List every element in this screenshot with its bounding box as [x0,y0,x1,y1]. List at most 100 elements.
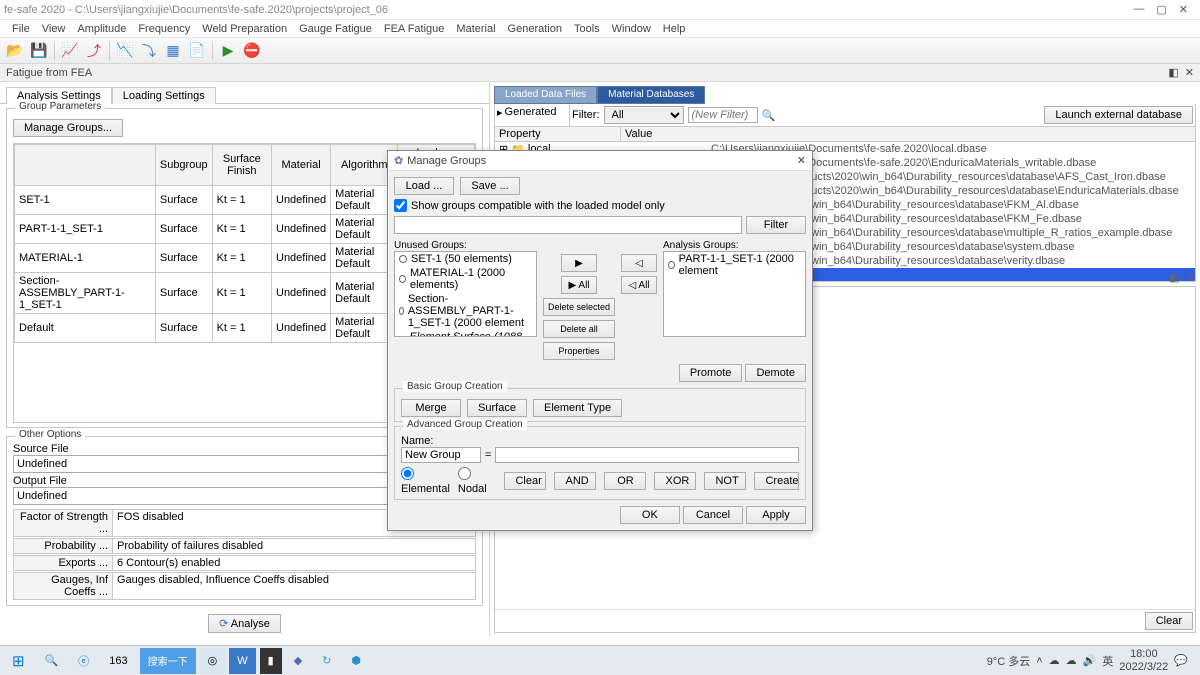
console-close-icon[interactable]: ✕ [1186,271,1195,284]
tab-loading[interactable]: Loading Settings [112,87,216,104]
delete-all-button[interactable]: Delete all [543,320,615,338]
chart4-icon[interactable]: ⤵ [138,40,160,62]
dialog-filter-input[interactable] [394,216,742,234]
minimize-icon[interactable]: — [1133,3,1144,16]
undock-icon[interactable]: ◧ [1168,66,1178,79]
close-icon[interactable]: ✕ [1179,3,1188,16]
xor-button[interactable]: XOR [654,472,696,490]
ime-icon[interactable]: 英 [1102,653,1113,669]
fos-label[interactable]: Factor of Strength ... [13,509,113,537]
menu-window[interactable]: Window [608,23,655,35]
or-button[interactable]: OR [604,472,646,490]
grid-icon[interactable]: ▦ [162,40,184,62]
taskbar-search[interactable]: 163 [101,648,135,674]
output-file-input[interactable] [13,487,443,505]
menu-file[interactable]: File [8,23,34,35]
clock-date[interactable]: 2022/3/22 [1119,661,1168,673]
clear-button[interactable]: Clear [1145,612,1193,630]
menu-weld[interactable]: Weld Preparation [198,23,291,35]
launch-external-db-button[interactable]: Launch external database [1044,106,1193,124]
save-icon[interactable]: 💾 [28,40,50,62]
move-all-right-button[interactable]: ▶ All [561,276,597,294]
filter-input[interactable] [688,107,758,123]
app1-icon[interactable]: ◎ [200,648,226,674]
unused-groups-list[interactable]: SET-1 (50 elements) MATERIAL-1 (2000 ele… [394,251,537,337]
chart1-icon[interactable]: 📈 [59,40,81,62]
surface-button[interactable]: Surface [467,399,527,417]
menu-tools[interactable]: Tools [570,23,604,35]
open-icon[interactable]: 📂 [4,40,26,62]
weather-widget[interactable]: 9°C 多云 [987,653,1031,669]
volume-icon[interactable]: 🔊 [1083,654,1097,667]
tab-material-db[interactable]: Material Databases [597,86,705,104]
search-icon[interactable]: 🔍 [762,109,776,122]
search-button[interactable]: 🔍 [37,648,67,674]
app3-icon[interactable]: ◆ [286,648,310,674]
menu-frequency[interactable]: Frequency [134,23,194,35]
chart3-icon[interactable]: 📉 [114,40,136,62]
page-icon[interactable]: 📄 [186,40,208,62]
cancel-button[interactable]: Cancel [683,506,743,524]
delete-selected-button[interactable]: Delete selected [543,298,615,316]
menu-material[interactable]: Material [452,23,499,35]
gauges-label[interactable]: Gauges, Inf Coeffs ... [13,572,113,600]
start-button[interactable]: ⊞ [4,648,33,674]
not-button[interactable]: NOT [704,472,746,490]
play-icon[interactable]: ▶ [217,40,239,62]
panel-close-icon[interactable]: ✕ [1185,66,1194,79]
and-button[interactable]: AND [554,472,596,490]
stop-icon[interactable]: ⛔ [241,40,263,62]
edge-icon[interactable]: ⓔ [70,648,97,674]
load-button[interactable]: Load ... [394,177,454,195]
properties-button[interactable]: Properties [543,342,615,360]
tab-loaded-data[interactable]: Loaded Data Files [494,86,597,104]
prob-label[interactable]: Probability ... [13,538,113,554]
chevron-up-icon[interactable]: ˄ [1036,655,1042,667]
expand-icon[interactable]: ▸ [497,106,503,119]
menu-generation[interactable]: Generation [504,23,566,35]
filter-select[interactable]: All [604,106,684,124]
promote-button[interactable]: Promote [679,364,743,382]
menu-gauge[interactable]: Gauge Fatigue [295,23,376,35]
app4-icon[interactable]: ↻ [314,648,339,674]
create-button[interactable]: Create [754,472,799,490]
menu-amplitude[interactable]: Amplitude [73,23,130,35]
tray-icon[interactable]: ☁ [1049,654,1060,667]
menu-fea[interactable]: FEA Fatigue [380,23,449,35]
manage-groups-button[interactable]: Manage Groups... [13,119,123,137]
move-all-left-button[interactable]: ◁ All [621,276,657,294]
save-button[interactable]: Save ... [460,177,520,195]
nodal-radio[interactable]: Nodal [458,467,489,495]
adv-clear-button[interactable]: Clear [504,472,546,490]
apply-button[interactable]: Apply [746,506,806,524]
maximize-icon[interactable]: ▢ [1156,3,1166,16]
app2-icon[interactable]: W [229,648,255,674]
dialog-filter-button[interactable]: Filter [746,216,806,234]
move-left-button[interactable]: ◁ [621,254,657,272]
menu-help[interactable]: Help [659,23,690,35]
exports-label[interactable]: Exports ... [13,555,113,571]
analysis-groups-list[interactable]: PART-1-1_SET-1 (2000 element [663,251,806,337]
clock-time[interactable]: 18:00 [1119,648,1168,660]
element-type-button[interactable]: Element Type [533,399,622,417]
search-go-button[interactable]: 搜索一下 [140,648,196,674]
onedrive-icon[interactable]: ☁ [1066,654,1077,667]
show-compat-checkbox[interactable]: Show groups compatible with the loaded m… [394,199,806,212]
elemental-radio[interactable]: Elemental [401,467,450,495]
merge-button[interactable]: Merge [401,399,461,417]
terminal-icon[interactable]: ▮ [260,648,282,674]
move-right-button[interactable]: ▶ [561,254,597,272]
analyse-button[interactable]: ⟳ Analyse [208,614,281,633]
console-undock-icon[interactable]: ◧ [1169,271,1179,284]
demote-button[interactable]: Demote [745,364,806,382]
ok-button[interactable]: OK [620,506,680,524]
system-tray[interactable]: 9°C 多云 ˄ ☁ ☁ 🔊 英 18:00 2022/3/22 💬 [987,648,1196,672]
group-expr-input[interactable] [495,447,799,463]
chart2-icon[interactable]: ⤴ [83,40,105,62]
menu-view[interactable]: View [38,23,70,35]
fesafe-icon[interactable]: ⬢ [343,648,369,674]
dialog-close-icon[interactable]: ✕ [797,154,806,167]
notification-icon[interactable]: 💬 [1174,654,1188,667]
source-file-input[interactable] [13,455,443,473]
group-name-input[interactable] [401,447,481,463]
